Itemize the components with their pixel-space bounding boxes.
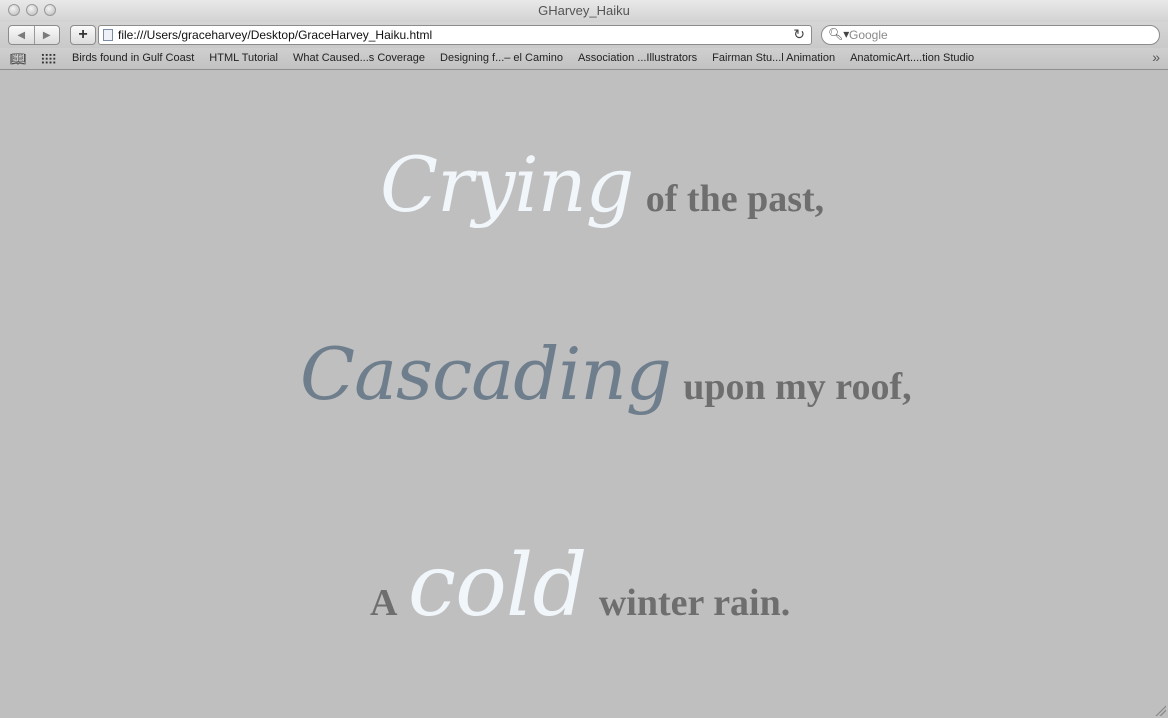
haiku-text: of the past, — [645, 178, 825, 220]
haiku-text: A — [370, 582, 398, 624]
address-bar[interactable]: file:///Users/graceharvey/Desktop/GraceH… — [98, 25, 812, 45]
reload-icon[interactable]: ↻ — [793, 26, 805, 43]
bookmark-item[interactable]: Birds found in Gulf Coast — [72, 52, 194, 64]
bookmark-item[interactable]: Association ...Illustrators — [578, 52, 697, 64]
back-button[interactable]: ◀ — [9, 26, 34, 44]
haiku-line-2: Cascading upon my roof, — [300, 332, 912, 416]
haiku-text: upon my roof, — [683, 366, 912, 408]
file-icon — [103, 29, 113, 41]
reading-list-icon[interactable]: 📖︎ — [10, 51, 27, 67]
bookmark-item[interactable]: Fairman Stu...l Animation — [712, 52, 835, 64]
forward-button[interactable]: ▶ — [33, 26, 60, 44]
browser-toolbar: ◀ ▶ + file:///Users/graceharvey/Desktop/… — [0, 22, 1168, 48]
window-titlebar: GHarvey_Haiku — [0, 0, 1168, 22]
bookmark-item[interactable]: AnatomicArt....tion Studio — [850, 52, 974, 64]
haiku-line-3: A cold winter rain. — [370, 536, 790, 636]
page-content: Crying of the past, Cascading upon my ro… — [0, 70, 1168, 718]
url-text[interactable]: file:///Users/graceharvey/Desktop/GraceH… — [118, 28, 432, 42]
haiku-word-cascading: Cascading — [300, 332, 672, 416]
bookmark-item[interactable]: Designing f...– el Camino — [440, 52, 563, 64]
haiku-line-1: Crying of the past, — [380, 140, 824, 229]
search-field[interactable]: 🔍︎▾ — [821, 25, 1160, 45]
window-title: GHarvey_Haiku — [538, 3, 630, 18]
bookmark-list: Birds found in Gulf Coast HTML Tutorial … — [72, 52, 974, 64]
search-icon[interactable]: 🔍︎▾ — [828, 27, 849, 41]
bookmarks-overflow-icon[interactable]: » — [1152, 49, 1160, 65]
haiku-word-cold: cold — [407, 536, 587, 636]
search-input[interactable] — [849, 27, 1149, 43]
haiku-text: winter rain. — [598, 582, 791, 624]
resize-grip[interactable] — [1154, 704, 1166, 716]
bookmark-item[interactable]: What Caused...s Coverage — [293, 52, 425, 64]
add-bookmark-button[interactable]: + — [70, 25, 96, 45]
haiku-word-crying: Crying — [380, 140, 634, 229]
bookmark-item[interactable]: HTML Tutorial — [209, 52, 278, 64]
bookmarks-bar: 📖︎ Birds found in Gulf Coast HTML Tutori… — [0, 48, 1168, 70]
top-sites-icon[interactable] — [41, 53, 56, 64]
nav-buttons: ◀ ▶ — [8, 25, 60, 45]
